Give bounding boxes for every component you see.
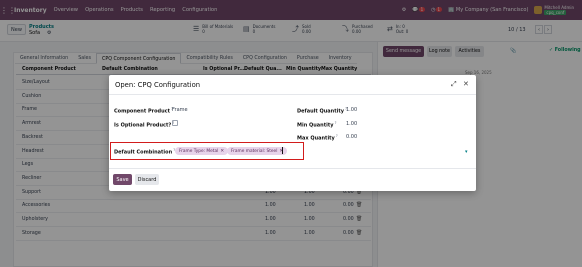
label-text: Min Quantity [297, 122, 334, 129]
max-quantity-field[interactable]: 0.00 [346, 134, 357, 140]
default-quantity-field[interactable]: 1.00 [346, 107, 357, 113]
cpq-configuration-dialog [109, 75, 476, 191]
discard-button[interactable]: Discard [135, 174, 159, 185]
component-product-value[interactable]: Frame [172, 107, 188, 113]
dialog-footer-divider [109, 168, 476, 169]
close-icon[interactable]: ✕ [463, 80, 469, 88]
tag-remove-icon[interactable]: ✕ [220, 149, 224, 154]
label-text: Default Combination [114, 149, 173, 156]
max-quantity-label: Max Quantity ? [297, 134, 338, 142]
dialog-header-divider [109, 94, 476, 95]
expand-icon[interactable]: ⤢ [451, 80, 457, 89]
label-text: Max Quantity [297, 135, 335, 142]
tag-label: Frame Type: Metal [179, 148, 219, 154]
is-optional-checkbox[interactable] [172, 120, 178, 126]
save-button[interactable]: Save [113, 174, 132, 185]
combination-tag: Frame Type: Metal ✕ [175, 147, 229, 155]
component-product-label: Component Product ? [114, 107, 174, 115]
text-cursor[interactable] [282, 147, 283, 154]
min-quantity-field[interactable]: 1.00 [346, 121, 357, 127]
is-optional-label: Is Optional Product? ? [114, 121, 175, 129]
default-quantity-label: Default Quantity ? [297, 107, 347, 115]
tag-label: Frame material: Steel [231, 148, 278, 154]
dialog-title: Open: CPQ Configuration [115, 81, 201, 89]
min-quantity-label: Min Quantity ? [297, 121, 337, 129]
chevron-down-icon[interactable]: ▾ [465, 149, 468, 155]
default-combination-label: Default Combination ? [114, 148, 176, 156]
label-text: Is Optional Product? [114, 122, 172, 129]
label-text: Component Product [114, 108, 171, 115]
combination-tag: Frame material: Steel✕ [227, 147, 288, 155]
label-text: Default Quantity [297, 108, 344, 115]
